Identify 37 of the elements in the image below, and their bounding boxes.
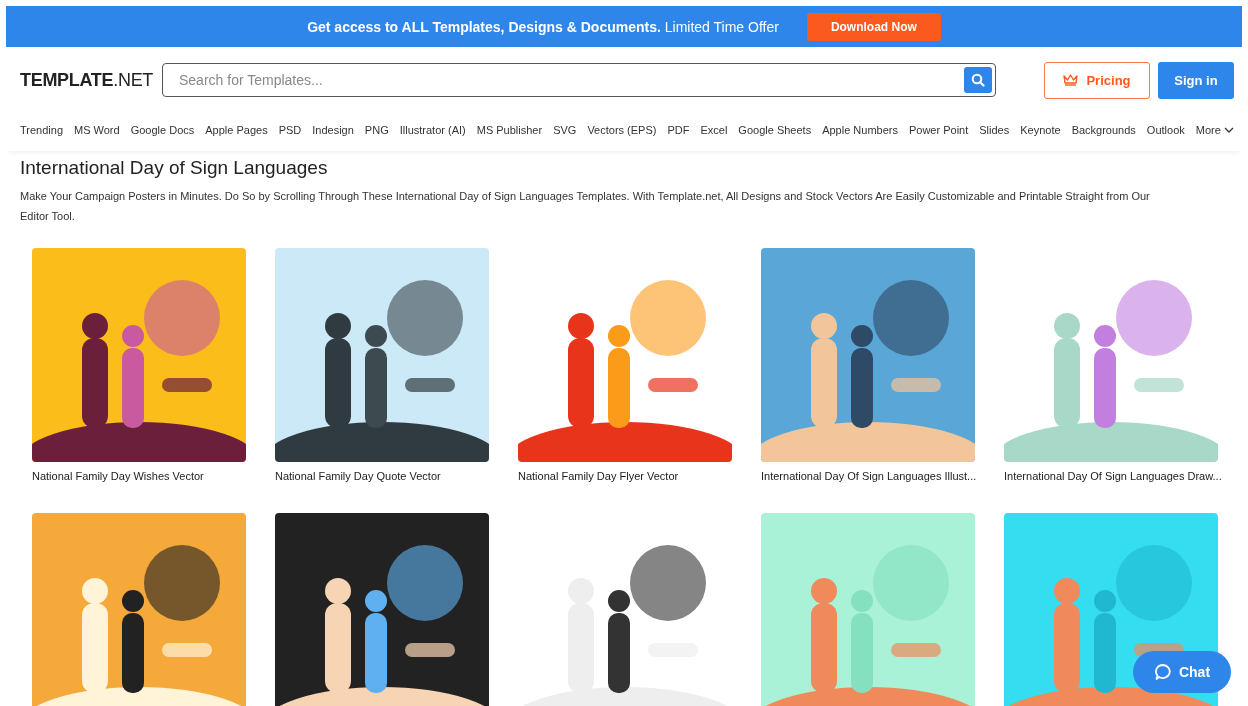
sign-in-button[interactable]: Sign in bbox=[1158, 61, 1234, 99]
promo-text: Get access to ALL Templates, Designs & Documents. Limited Time Offer bbox=[307, 18, 779, 35]
nav-link[interactable]: Outlook bbox=[1146, 124, 1185, 136]
nav-link[interactable]: Trending bbox=[20, 124, 63, 136]
nav-link[interactable]: Apple Numbers bbox=[822, 124, 898, 136]
nav-link[interactable]: Keynote bbox=[1020, 124, 1061, 136]
nav-link[interactable]: Illustrator (AI) bbox=[399, 124, 466, 136]
crown-icon bbox=[1063, 74, 1079, 86]
more-menu[interactable]: More bbox=[1195, 124, 1234, 136]
page-title: International Day of Sign Languages bbox=[20, 157, 329, 179]
nav-link[interactable]: Backgrounds bbox=[1071, 124, 1136, 136]
search-icon bbox=[971, 73, 985, 87]
template-title[interactable]: International Day Of Sign Languages Illust... bbox=[761, 470, 975, 492]
chat-button[interactable]: Chat bbox=[1133, 651, 1231, 693]
nav-link[interactable]: PDF bbox=[667, 124, 690, 136]
nav-link[interactable]: MS Word bbox=[74, 124, 120, 136]
nav-link[interactable]: Slides bbox=[979, 124, 1010, 136]
template-title[interactable]: National Family Day Wishes Vector bbox=[32, 470, 246, 492]
chevron-down-icon bbox=[1223, 127, 1234, 133]
template-title[interactable]: National Family Day Flyer Vector bbox=[518, 470, 732, 492]
nav-link[interactable]: Power Point bbox=[908, 124, 969, 136]
nav-link[interactable]: Excel bbox=[700, 124, 728, 136]
nav-link[interactable]: Indesign bbox=[312, 124, 354, 136]
nav-link[interactable]: PSD bbox=[278, 124, 302, 136]
nav-link[interactable]: Google Sheets bbox=[738, 124, 812, 136]
nav-link[interactable]: SVG bbox=[553, 124, 577, 136]
search-button[interactable] bbox=[964, 67, 992, 93]
nav-link[interactable]: MS Publisher bbox=[476, 124, 543, 136]
template-title[interactable]: National Family Day Quote Vector bbox=[275, 470, 489, 492]
page-description: Make Your Campaign Posters in Minutes. Do So by Scrolling Through These International Day of Sign Languages Templates. With Template.net, All Designs and Stock Vectors Are Easily Customizable and Printable Straight from Our Editor Tool. bbox=[20, 189, 1151, 224]
logo[interactable]: TEMPLATE.NET bbox=[20, 69, 162, 91]
search-bar[interactable]: Search for Templates... bbox=[162, 63, 996, 97]
nav-link[interactable]: PNG bbox=[364, 124, 389, 136]
nav-link[interactable]: Google Docs bbox=[130, 124, 195, 136]
chat-bubble-icon bbox=[1153, 663, 1172, 681]
nav-link[interactable]: Vectors (EPS) bbox=[587, 124, 657, 136]
nav-link[interactable]: Apple Pages bbox=[205, 124, 268, 136]
